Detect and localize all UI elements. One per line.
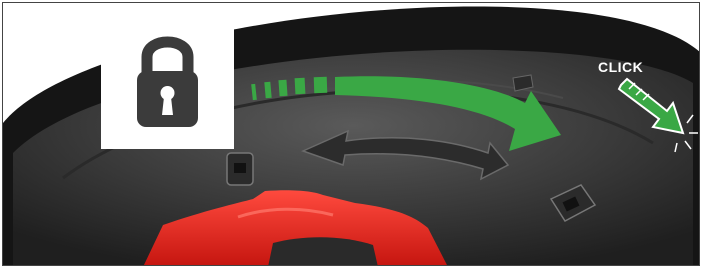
product-photo: CLICK xyxy=(2,2,700,266)
click-label: CLICK xyxy=(598,59,644,75)
locking-tab-left xyxy=(226,152,254,186)
lock-icon-panel xyxy=(101,15,234,149)
padlock-locked-icon xyxy=(137,36,198,127)
